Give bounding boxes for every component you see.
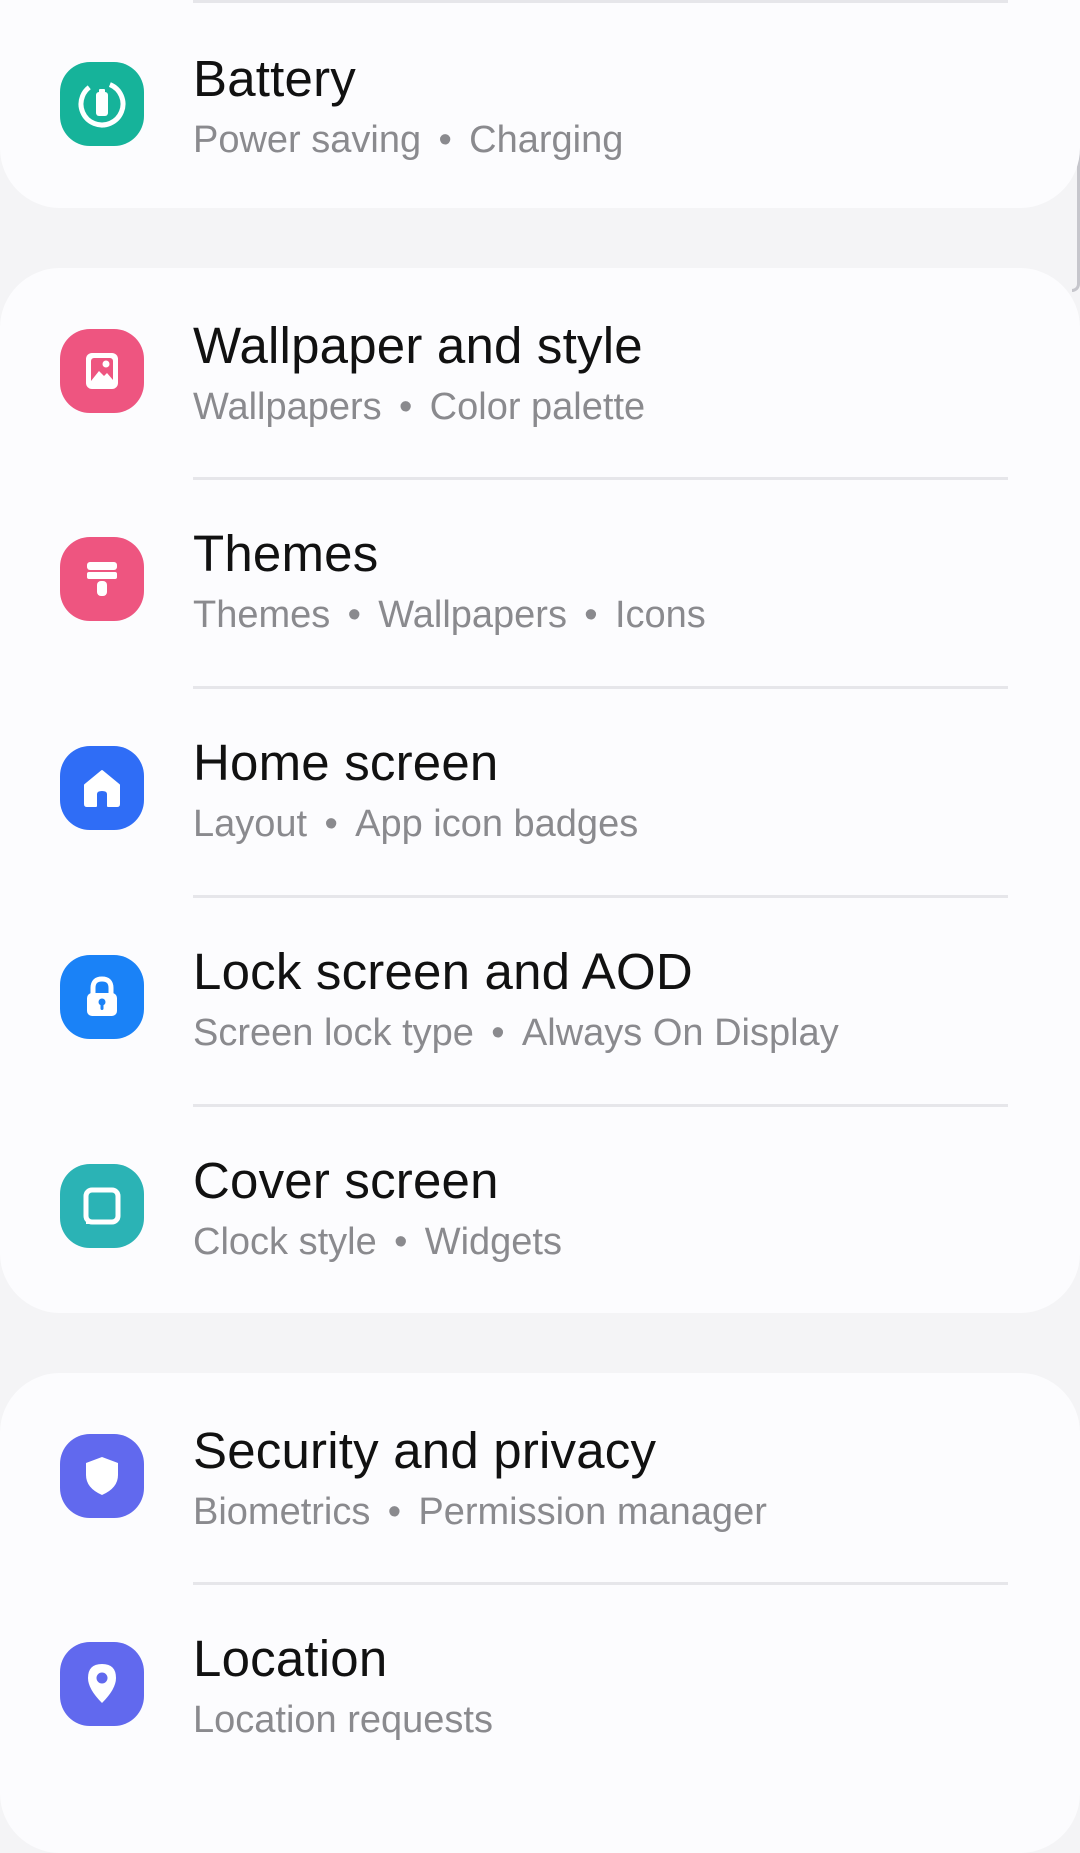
separator-dot: •	[347, 594, 361, 636]
settings-item-wallpaper[interactable]: Wallpaper and style Wallpapers • Color pal…	[0, 268, 1080, 477]
subtitle-part: Power saving	[193, 119, 422, 161]
settings-item-title: Security and privacy	[193, 1422, 657, 1479]
settings-item-cover-screen[interactable]: Cover screen Clock style • Widgets	[0, 1107, 1080, 1313]
subtitle-part: Clock style	[193, 1221, 377, 1263]
settings-item-battery[interactable]: Battery Power saving • Charging	[0, 3, 1080, 208]
subtitle-part: Biometrics	[193, 1491, 371, 1533]
cover-screen-icon	[60, 1164, 144, 1248]
settings-item-title: Battery	[193, 50, 356, 107]
settings-item-subtitle: Clock style • Widgets	[193, 1221, 562, 1264]
lock-icon	[60, 955, 144, 1039]
settings-item-home-screen[interactable]: Home screen Layout • App icon badges	[0, 689, 1080, 895]
subtitle-part: Color palette	[429, 386, 646, 428]
location-pin-icon	[60, 1642, 144, 1726]
settings-item-subtitle: Wallpapers • Color palette	[193, 386, 645, 429]
subtitle-part: Themes	[193, 594, 331, 636]
separator-dot: •	[394, 1221, 408, 1263]
separator-dot: •	[399, 386, 413, 428]
subtitle-part: Permission manager	[418, 1491, 767, 1533]
home-icon	[60, 746, 144, 830]
settings-item-themes[interactable]: Themes Themes • Wallpapers • Icons	[0, 480, 1080, 686]
settings-item-title: Themes	[193, 525, 379, 582]
settings-item-subtitle: Themes • Wallpapers • Icons	[193, 594, 706, 637]
settings-item-location[interactable]: Location Location requests	[0, 1585, 1080, 1791]
separator-dot: •	[584, 594, 598, 636]
settings-item-subtitle: Location requests	[193, 1699, 493, 1742]
subtitle-part: Location requests	[193, 1699, 493, 1741]
subtitle-part: Always On Display	[521, 1012, 839, 1054]
separator-dot: •	[387, 1491, 402, 1533]
subtitle-part: Layout	[193, 803, 308, 845]
settings-item-title: Lock screen and AOD	[193, 943, 693, 1000]
personalization-card: Wallpaper and style Wallpapers • Color pal…	[0, 268, 1080, 1313]
settings-item-subtitle: Power saving • Charging	[193, 119, 623, 162]
separator-dot: •	[438, 119, 452, 161]
settings-item-security[interactable]: Security and privacy Biometrics • Permissi…	[0, 1373, 1080, 1582]
subtitle-part: Widgets	[424, 1221, 562, 1263]
subtitle-part: Wallpapers	[378, 594, 567, 636]
subtitle-part: Screen lock type	[193, 1012, 474, 1054]
settings-item-title: Cover screen	[193, 1152, 499, 1209]
battery-card: Battery Power saving • Charging	[0, 0, 1080, 208]
settings-item-title: Location	[193, 1630, 388, 1687]
separator-dot: •	[324, 803, 338, 845]
subtitle-part: App icon badges	[355, 803, 639, 845]
settings-item-title: Home screen	[193, 734, 499, 791]
paintbrush-icon	[60, 537, 144, 621]
settings-item-subtitle: Biometrics • Permission manager	[193, 1491, 767, 1534]
separator-dot: •	[491, 1012, 505, 1054]
settings-item-lock-screen[interactable]: Lock screen and AOD Screen lock type • Alw…	[0, 898, 1080, 1104]
security-card: Security and privacy Biometrics • Permissi…	[0, 1373, 1080, 1853]
image-icon	[60, 329, 144, 413]
settings-item-title: Wallpaper and style	[193, 317, 643, 374]
battery-icon	[60, 62, 144, 146]
subtitle-part: Icons	[614, 594, 706, 636]
subtitle-part: Charging	[469, 119, 624, 161]
subtitle-part: Wallpapers	[193, 386, 382, 428]
settings-item-subtitle: Layout • App icon badges	[193, 803, 638, 846]
settings-item-subtitle: Screen lock type • Always On Display	[193, 1012, 839, 1055]
shield-icon	[60, 1434, 144, 1518]
